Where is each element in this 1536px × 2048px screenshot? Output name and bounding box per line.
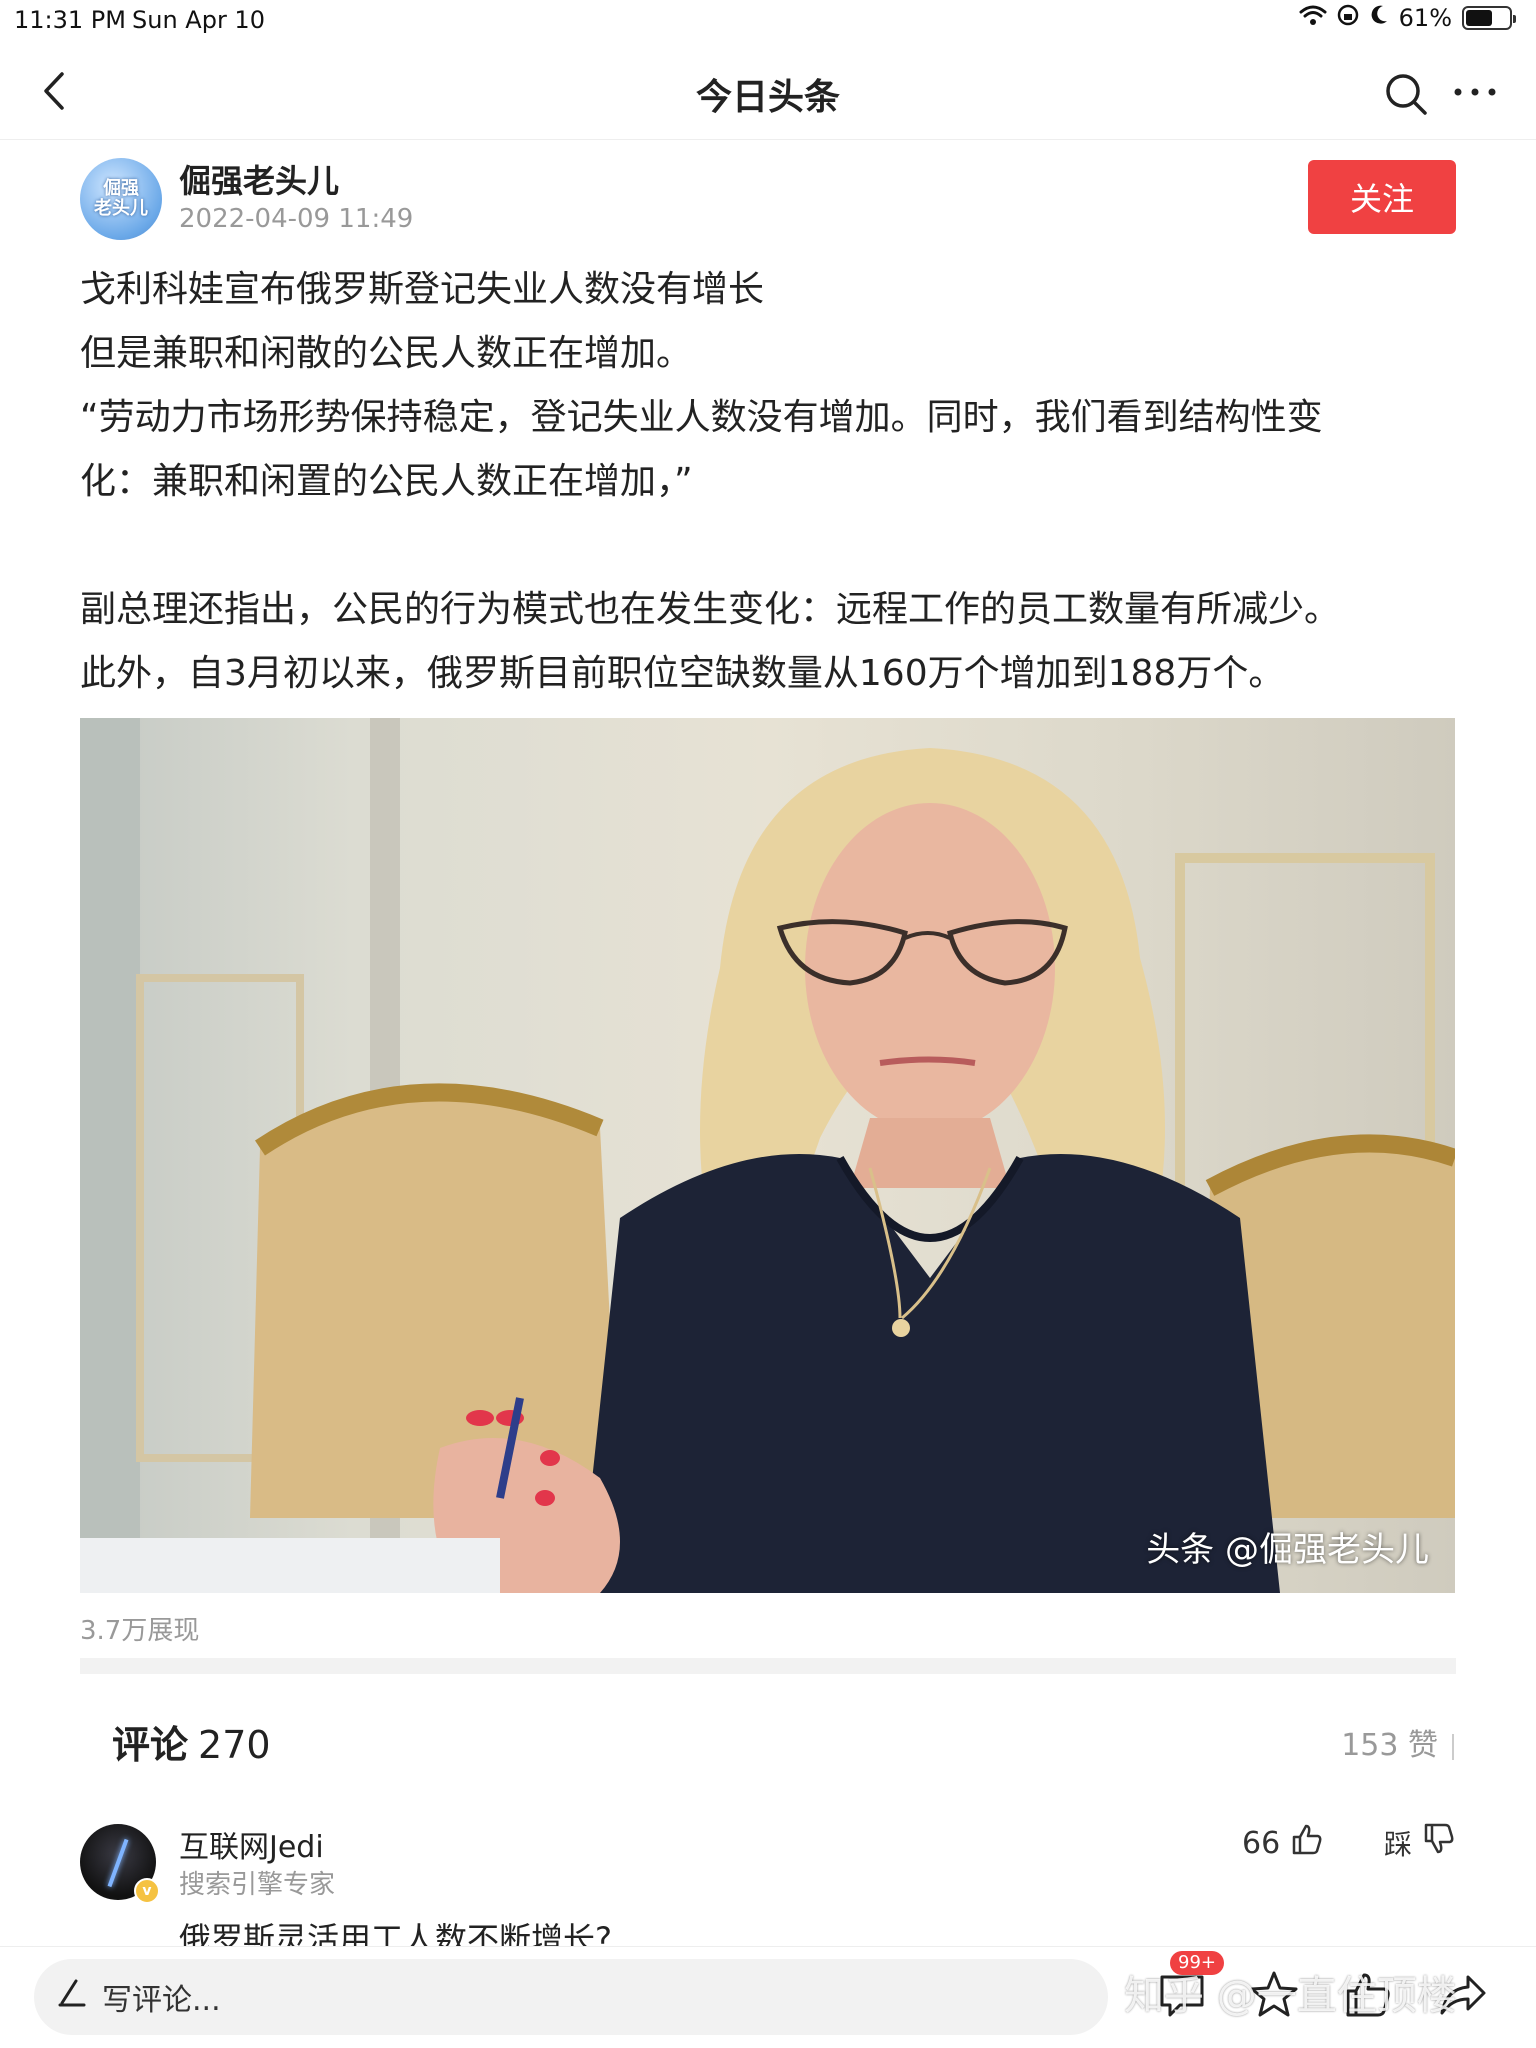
author-name[interactable]: 倔强老头儿	[179, 156, 339, 202]
status-date: Sun Apr 10	[132, 6, 265, 34]
comments-count: 270	[198, 1723, 271, 1767]
zhihu-watermark: 知乎 @一直住顶楼	[1124, 1973, 1457, 2019]
section-divider	[80, 1658, 1456, 1674]
battery-icon	[1462, 6, 1516, 30]
bottom-bar: 写评论... 99+ 知乎 @一直住顶楼	[0, 1946, 1536, 2048]
article-line: 但是兼职和闲散的公民人数正在增加。	[80, 333, 693, 374]
dislike-label: 踩	[1384, 1827, 1413, 1861]
pencil-icon	[56, 1977, 88, 2017]
status-bar: 11:31 PM Sun Apr 10 61%	[0, 0, 1536, 40]
battery-percent: 61%	[1398, 4, 1452, 32]
verified-badge-icon: v	[134, 1878, 160, 1904]
rotation-lock-icon	[1337, 4, 1359, 32]
author-header: 倔强 老头儿 倔强老头儿 2022-04-09 11:49 关注	[80, 156, 1456, 240]
avatar-text-line2: 老头儿	[94, 198, 148, 219]
likes-total-label: 153 赞	[1341, 1728, 1438, 1763]
battery-fill	[1466, 10, 1492, 26]
author-avatar[interactable]: 倔强 老头儿	[80, 158, 162, 240]
article-body: 戈利科娃宣布俄罗斯登记失业人数没有增长 但是兼职和闲散的公民人数正在增加。 “劳…	[80, 258, 1460, 706]
article-line: 此外，自3月初以来，俄罗斯目前职位空缺数量从160万个增加到188万个。	[80, 653, 1285, 694]
nav-bar: 今日头条	[0, 40, 1536, 140]
page-title: 今日头条	[695, 77, 840, 118]
article-photo[interactable]: 头条 @倔强老头儿	[80, 718, 1455, 1593]
screen: 11:31 PM Sun Apr 10 61% 今日头条 倔强 老头儿 倔强老头…	[0, 0, 1536, 2048]
search-icon[interactable]	[1384, 72, 1428, 116]
likes-divider	[1452, 1733, 1454, 1760]
commenter-title: 搜索引擎专家	[179, 1870, 336, 1900]
article-line: “劳动力市场形势保持稳定，登记失业人数没有增加。同时，我们看到结构性变	[80, 397, 1323, 438]
article-line: 戈利科娃宣布俄罗斯登记失业人数没有增长	[80, 269, 765, 310]
comment-placeholder: 写评论...	[102, 1983, 221, 2018]
view-count: 3.7万展现	[80, 1616, 200, 1646]
avatar-text-line1: 倔强	[103, 178, 139, 199]
comments-label: 评论	[112, 1723, 189, 1767]
commenter-name[interactable]: 互联网Jedi	[179, 1822, 324, 1866]
post-date: 2022-04-09 11:49	[179, 204, 414, 234]
comment-item: v 互联网Jedi 搜索引擎专家 俄罗斯灵活用工人数不断增长? 66 踩	[80, 1822, 1456, 1958]
likes-total[interactable]: 153 赞	[1341, 1720, 1454, 1764]
more-icon[interactable]	[1450, 82, 1500, 102]
wifi-icon	[1299, 4, 1327, 32]
thumbs-down-icon	[1422, 1822, 1456, 1863]
image-watermark: 头条 @倔强老头儿	[1146, 1530, 1429, 1570]
status-indicators: 61%	[1299, 4, 1516, 32]
thumbs-up-icon	[1290, 1822, 1324, 1864]
article-line: 副总理还指出，公民的行为模式也在发生变化：远程工作的员工数量有所减少。	[80, 589, 1341, 630]
photo-illustration	[80, 718, 1455, 1593]
write-comment-input[interactable]: 写评论...	[34, 1959, 1108, 2035]
comment-like-count: 66	[1242, 1825, 1281, 1861]
comment-like-button[interactable]: 66	[1242, 1822, 1324, 1864]
lightsaber-graphic	[107, 1838, 129, 1888]
article-line: 化：兼职和闲置的公民人数正在增加，”	[80, 461, 693, 502]
comment-dislike-button[interactable]: 踩	[1384, 1822, 1456, 1863]
moon-icon	[1369, 4, 1389, 32]
status-time: 11:31 PM	[14, 6, 126, 34]
comments-header: 评论 270	[112, 1714, 271, 1769]
follow-button[interactable]: 关注	[1308, 160, 1456, 234]
